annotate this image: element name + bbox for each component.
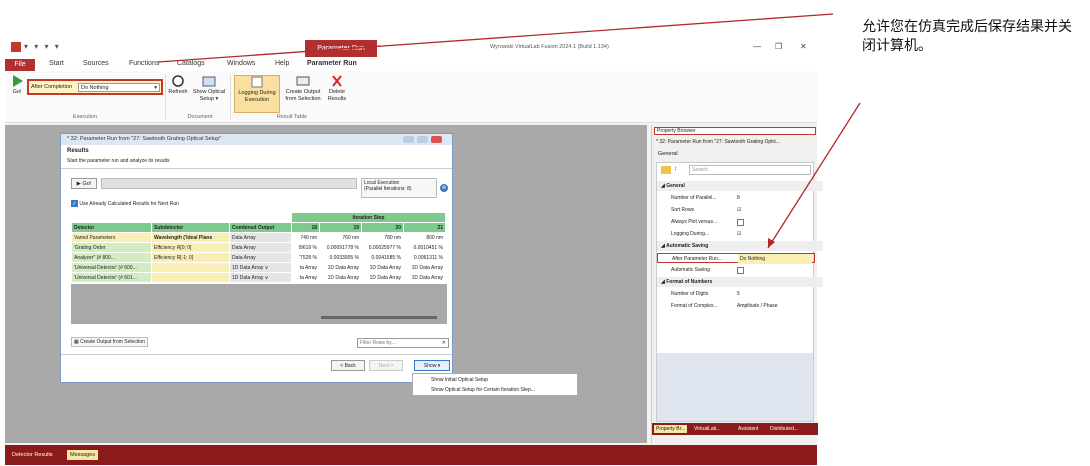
arrow-line-property (767, 102, 861, 249)
annotation-arrows (157, 13, 861, 249)
arrow-line-ribbon (157, 13, 834, 63)
annotation-text: 允许您在仿真完成后保存结果并关闭计算机。 (862, 19, 1072, 54)
